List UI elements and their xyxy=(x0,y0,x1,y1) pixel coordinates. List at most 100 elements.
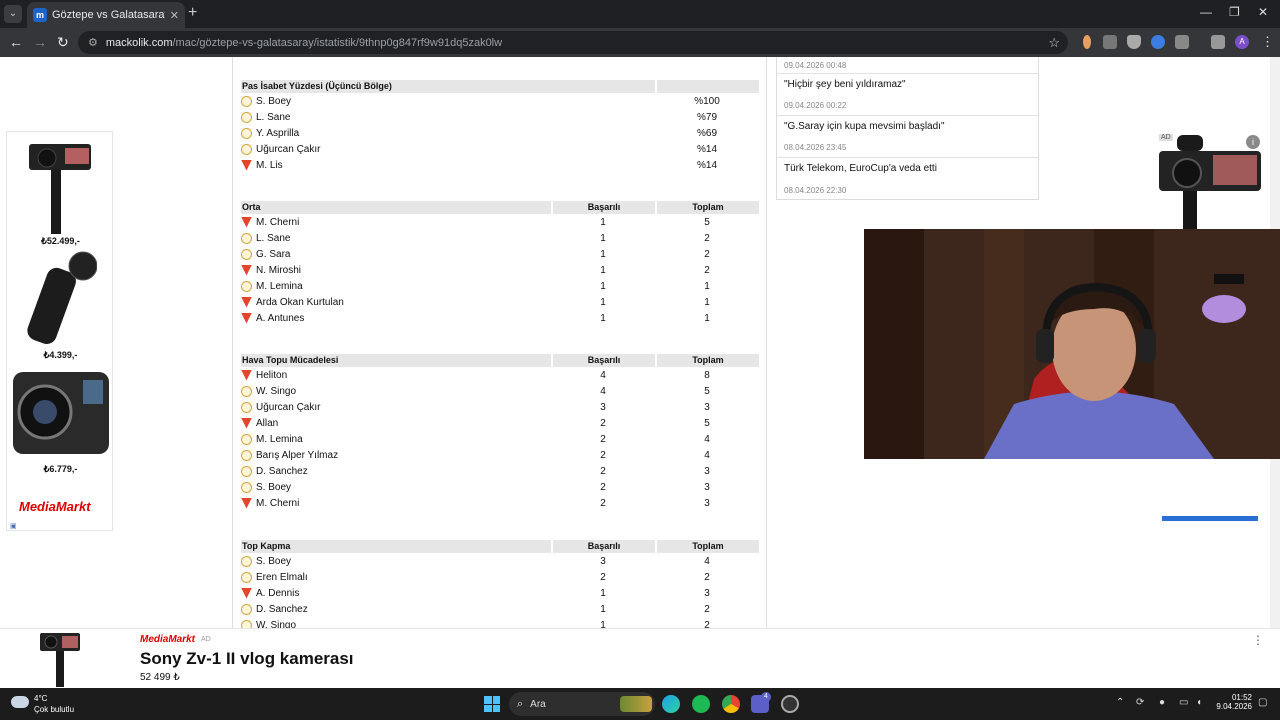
cloud-icon[interactable] xyxy=(11,696,29,708)
table-row: A. Antunes 1 1 xyxy=(241,310,759,326)
profile-avatar[interactable]: A xyxy=(1235,35,1249,49)
player-name[interactable]: L. Sane xyxy=(256,112,290,123)
player-name[interactable]: S. Boey xyxy=(256,482,291,493)
app-icon[interactable] xyxy=(781,695,799,713)
basarili-value: 1 xyxy=(600,587,606,599)
player-name[interactable]: Arda Okan Kurtulan xyxy=(256,297,344,308)
back-icon[interactable]: ← xyxy=(9,34,23,50)
spotify-icon[interactable] xyxy=(692,695,710,713)
left-sidebar-ad[interactable]: ₺52.499,- ₺4.399,- ₺6.779,- MediaMarkt ▣ xyxy=(6,131,113,531)
address-bar[interactable]: ⚙ mackolik.com /mac/göztepe-vs-galatasar… xyxy=(78,31,1068,54)
extension-2-icon[interactable] xyxy=(1103,35,1117,49)
extension-1-icon[interactable] xyxy=(1083,35,1091,49)
news-date: 09.04.2026 00:48 xyxy=(784,61,847,70)
pocket-camera-product-image xyxy=(27,251,97,344)
shield-icon[interactable] xyxy=(1127,35,1141,49)
notifications-icon[interactable]: ▢ xyxy=(1258,697,1267,708)
new-tab-button[interactable]: + xyxy=(188,4,197,22)
player-name[interactable]: M. Cherni xyxy=(256,217,299,228)
table-row: M. Lis %14 xyxy=(241,157,759,173)
forward-icon[interactable]: → xyxy=(33,34,47,50)
close-window-icon[interactable]: ✕ xyxy=(1258,5,1268,19)
player-name[interactable]: W. Singo xyxy=(256,386,296,397)
more-options-icon[interactable]: ⋮ xyxy=(1252,633,1264,647)
minimize-icon[interactable]: — xyxy=(1200,5,1212,19)
site-info-icon[interactable]: ⚙ xyxy=(88,36,98,49)
sync-icon[interactable]: ⟳ xyxy=(1136,697,1144,708)
news-item[interactable]: Türk Telekom, EuroCup'a veda etti 08.04.… xyxy=(777,158,1038,200)
player-name[interactable]: S. Boey xyxy=(256,96,291,107)
galatasaray-crest-icon xyxy=(241,95,252,107)
player-name[interactable]: N. Miroshi xyxy=(256,265,301,276)
microphone-icon[interactable]: ● xyxy=(1159,697,1165,708)
news-item[interactable]: 09.04.2026 00:48 xyxy=(777,57,1038,74)
volume-icon[interactable]: ◖ xyxy=(1196,697,1202,708)
news-item[interactable]: "G.Saray için kupa mevsimi başladı" 08.0… xyxy=(777,116,1038,158)
browser-tab-bar: ⌄ m Göztepe vs Galatasaray, Takım İ ✕ + … xyxy=(0,0,1280,28)
galatasaray-crest-icon xyxy=(241,465,252,477)
reload-icon[interactable]: ↻ xyxy=(57,34,69,51)
basarili-value: 2 xyxy=(600,497,606,509)
player-name[interactable]: D. Sanchez xyxy=(256,604,308,615)
table-row: Uğurcan Çakır %14 xyxy=(241,141,759,157)
player-name[interactable]: Barış Alper Yılmaz xyxy=(256,450,338,461)
player-name[interactable]: M. Cherni xyxy=(256,498,299,509)
chevron-up-icon[interactable]: ⌃ xyxy=(1116,697,1124,708)
chrome-icon[interactable] xyxy=(722,695,740,713)
browser-menu-icon[interactable]: ⋮ xyxy=(1261,34,1274,50)
player-name[interactable]: S. Boey xyxy=(256,556,291,567)
player-name[interactable]: L. Sane xyxy=(256,233,290,244)
close-tab-icon[interactable]: ✕ xyxy=(170,9,179,22)
ad-title[interactable]: Sony Zv-1 II vlog kamerası xyxy=(140,649,354,669)
stat-table-top-kapma: Top Kapma Başarılı Toplam S. Boey 3 4 Eren … xyxy=(241,540,759,628)
network-icon[interactable]: ▭ xyxy=(1179,697,1188,708)
player-name[interactable]: M. Lemina xyxy=(256,434,303,445)
player-name[interactable]: Heliton xyxy=(256,370,287,381)
player-name[interactable]: Uğurcan Çakır xyxy=(256,402,320,413)
weather-temp[interactable]: 4°C xyxy=(34,694,47,703)
galatasaray-crest-icon xyxy=(241,143,252,155)
goztepe-crest-icon xyxy=(241,264,252,276)
basarili-value: 2 xyxy=(600,481,606,493)
weather-desc[interactable]: Çok bulutlu xyxy=(34,705,74,714)
stat-rows: S. Boey %100 L. Sane %79 Y. Asprilla %69 Uğurc… xyxy=(241,93,759,173)
toplam-value: 5 xyxy=(704,216,710,228)
table-row: L. Sane %79 xyxy=(241,109,759,125)
restore-icon[interactable]: ❐ xyxy=(1229,5,1240,19)
bookmark-star-icon[interactable]: ☆ xyxy=(1048,35,1060,51)
player-name[interactable]: Eren Elmalı xyxy=(256,572,308,583)
player-name[interactable]: Uğurcan Çakır xyxy=(256,144,320,155)
basarili-value: 3 xyxy=(600,401,606,413)
toplam-value: 3 xyxy=(704,481,710,493)
table-row: A. Dennis 1 3 xyxy=(241,585,759,601)
download-icon[interactable] xyxy=(1211,35,1225,49)
player-name[interactable]: Allan xyxy=(256,418,278,429)
clock-date: 9.04.2026 xyxy=(1216,702,1252,711)
news-item[interactable]: "Hiçbir şey beni yıldıramaz" 09.04.2026 … xyxy=(777,74,1038,116)
player-name[interactable]: A. Antunes xyxy=(256,313,304,324)
taskbar-search[interactable]: ⌕ Ara xyxy=(509,692,655,716)
player-name[interactable]: Y. Asprilla xyxy=(256,128,299,139)
tab-active[interactable]: m Göztepe vs Galatasaray, Takım İ ✕ xyxy=(27,2,185,28)
extensions-puzzle-icon[interactable] xyxy=(1175,35,1189,49)
player-name[interactable]: D. Sanchez xyxy=(256,466,308,477)
stat-header: Pas İsabet Yüzdesi (Üçüncü Bölge) xyxy=(241,80,759,93)
ad-choices-icon[interactable]: ▣ xyxy=(10,522,17,530)
bottom-banner-ad[interactable]: MediaMarkt AD Sony Zv-1 II vlog kamerası… xyxy=(0,628,1280,688)
extension-3-icon[interactable] xyxy=(1151,35,1165,49)
ad-cta-button[interactable] xyxy=(1162,516,1258,521)
galatasaray-crest-icon xyxy=(241,449,252,461)
goztepe-crest-icon xyxy=(241,296,252,308)
toplam-value: 2 xyxy=(704,571,710,583)
player-name[interactable]: W. Singo xyxy=(256,620,296,629)
windows-start-icon[interactable] xyxy=(484,696,500,712)
tab-search-button[interactable]: ⌄ xyxy=(4,5,22,23)
table-row: Eren Elmalı 2 2 xyxy=(241,569,759,585)
clock[interactable]: 01:52 9.04.2026 xyxy=(1208,693,1252,711)
player-name[interactable]: M. Lis xyxy=(256,160,283,171)
player-name[interactable]: M. Lemina xyxy=(256,281,303,292)
basarili-value: 2 xyxy=(600,571,606,583)
edge-icon[interactable] xyxy=(662,695,680,713)
player-name[interactable]: G. Sara xyxy=(256,249,290,260)
player-name[interactable]: A. Dennis xyxy=(256,588,299,599)
